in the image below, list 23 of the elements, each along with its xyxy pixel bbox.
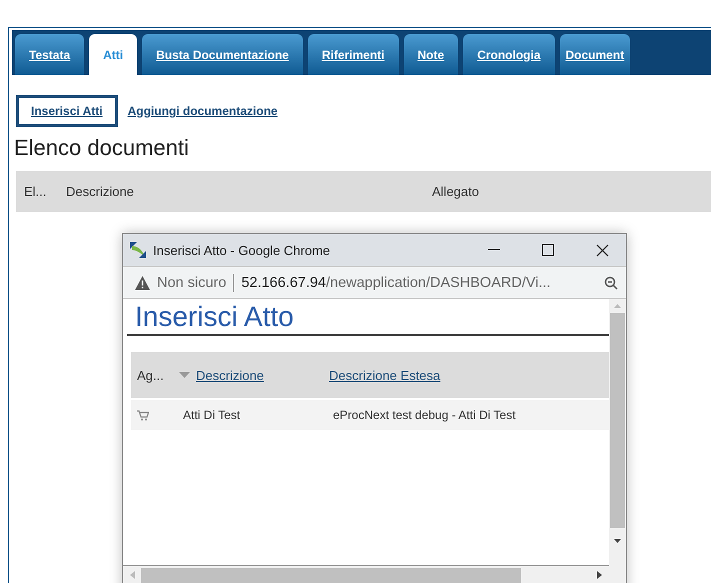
column-header: Allegato [432, 184, 479, 199]
column-header: Descrizione [66, 184, 134, 199]
action-button[interactable]: Inserisci Atti [16, 95, 118, 127]
tab[interactable]: Testata [15, 34, 84, 75]
column-header: El... [24, 184, 46, 199]
tab[interactable]: Note [404, 34, 458, 75]
window-title: Inserisci Atto - Google Chrome [153, 242, 332, 258]
tab[interactable]: Document [560, 34, 630, 75]
column-header[interactable]: Descrizione Estesa [329, 368, 440, 382]
column-header[interactable]: Descrizione [196, 368, 264, 382]
tab[interactable]: Riferimenti [308, 34, 399, 75]
table-cell: eProcNext test debug - Atti Di Test [333, 408, 516, 422]
security-label: Non sicuro [157, 274, 226, 290]
tab[interactable]: Cronologia [463, 34, 555, 75]
section-heading: Elenco documenti [14, 135, 190, 161]
action-link[interactable]: Aggiungi documentazione [128, 104, 278, 118]
tab[interactable]: Busta Documentazione [142, 34, 303, 75]
table-cell: Atti Di Test [183, 408, 240, 422]
address-bar[interactable]: Non sicuro 52.166.67.94/newapplication/DASHBOARD/Vi... [123, 266, 626, 298]
popup-heading: Inserisci Atto [127, 299, 609, 336]
url-text: 52.166.67.94/newapplication/DASHBOARD/Vi... [241, 274, 552, 290]
tab[interactable]: Atti [89, 34, 138, 75]
column-header: Ag... [137, 368, 164, 382]
